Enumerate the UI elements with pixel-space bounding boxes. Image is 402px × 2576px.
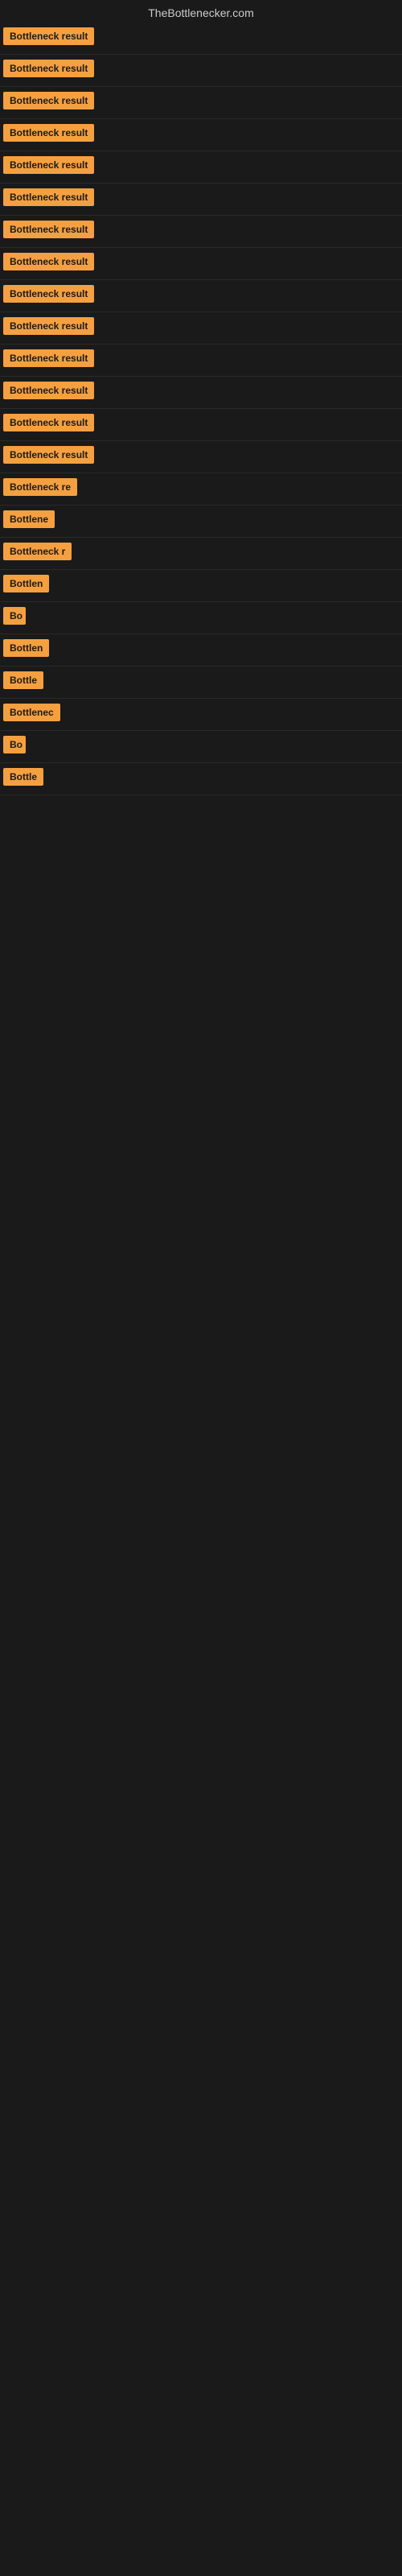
bottleneck-badge[interactable]: Bottleneck result (3, 317, 94, 335)
result-row[interactable]: Bottleneck result (0, 23, 402, 55)
result-row[interactable]: Bottleneck result (0, 312, 402, 345)
bottleneck-badge[interactable]: Bottleneck result (3, 221, 94, 238)
bottleneck-badge[interactable]: Bottlene (3, 510, 55, 528)
bottleneck-badge[interactable]: Bottleneck result (3, 92, 94, 109)
result-row[interactable]: Bottlene (0, 506, 402, 538)
result-row[interactable]: Bottleneck r (0, 538, 402, 570)
result-row[interactable]: Bottlenec (0, 699, 402, 731)
result-row[interactable]: Bottleneck result (0, 280, 402, 312)
bottleneck-badge[interactable]: Bottleneck result (3, 382, 94, 399)
bottleneck-badge[interactable]: Bottle (3, 671, 43, 689)
result-row[interactable]: Bottleneck result (0, 151, 402, 184)
bottleneck-badge[interactable]: Bottleneck r (3, 543, 72, 560)
bottleneck-badge[interactable]: Bottlenec (3, 704, 60, 721)
result-row[interactable]: Bo (0, 731, 402, 763)
result-row[interactable]: Bottleneck result (0, 409, 402, 441)
bottleneck-badge[interactable]: Bo (3, 607, 26, 625)
bottleneck-badge[interactable]: Bottleneck result (3, 349, 94, 367)
bottleneck-badge[interactable]: Bottleneck result (3, 27, 94, 45)
bottleneck-badge[interactable]: Bottleneck result (3, 253, 94, 270)
result-row[interactable]: Bottlen (0, 570, 402, 602)
result-row[interactable]: Bottleneck result (0, 87, 402, 119)
result-row[interactable]: Bottleneck result (0, 216, 402, 248)
site-header: TheBottlenecker.com (0, 0, 402, 23)
bottleneck-badge[interactable]: Bottleneck result (3, 156, 94, 174)
result-row[interactable]: Bottleneck result (0, 184, 402, 216)
result-row[interactable]: Bottle (0, 667, 402, 699)
site-title: TheBottlenecker.com (0, 0, 402, 23)
bottleneck-badge[interactable]: Bottleneck result (3, 446, 94, 464)
bottleneck-badge[interactable]: Bottleneck re (3, 478, 77, 496)
result-row[interactable]: Bottleneck result (0, 55, 402, 87)
result-row[interactable]: Bottleneck result (0, 345, 402, 377)
bottleneck-badge[interactable]: Bottlen (3, 639, 49, 657)
result-row[interactable]: Bottle (0, 763, 402, 795)
bottleneck-badge[interactable]: Bottleneck result (3, 414, 94, 431)
result-row[interactable]: Bottleneck result (0, 248, 402, 280)
results-list: Bottleneck result Bottleneck result Bottle… (0, 23, 402, 795)
bottleneck-badge[interactable]: Bottleneck result (3, 124, 94, 142)
result-row[interactable]: Bottleneck result (0, 441, 402, 473)
result-row[interactable]: Bottleneck re (0, 473, 402, 506)
bottleneck-badge[interactable]: Bottle (3, 768, 43, 786)
bottleneck-badge[interactable]: Bo (3, 736, 26, 753)
bottleneck-badge[interactable]: Bottleneck result (3, 60, 94, 77)
result-row[interactable]: Bottleneck result (0, 377, 402, 409)
result-row[interactable]: Bottlen (0, 634, 402, 667)
result-row[interactable]: Bo (0, 602, 402, 634)
result-row[interactable]: Bottleneck result (0, 119, 402, 151)
bottleneck-badge[interactable]: Bottleneck result (3, 188, 94, 206)
bottleneck-badge[interactable]: Bottlen (3, 575, 49, 592)
bottleneck-badge[interactable]: Bottleneck result (3, 285, 94, 303)
